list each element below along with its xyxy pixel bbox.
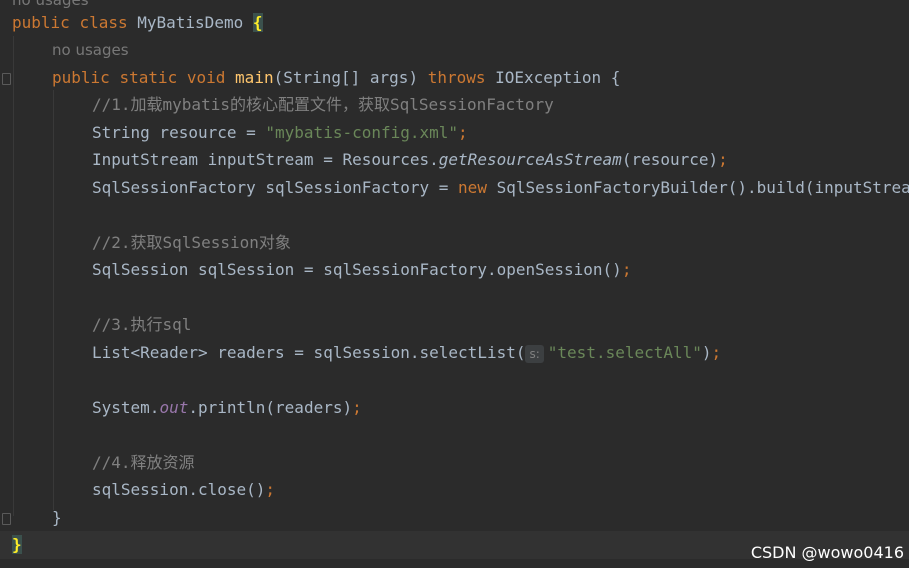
indent-guide — [13, 36, 14, 516]
code-text: sqlSession.close() — [92, 480, 266, 499]
code-line-class-declaration: public class MyBatisDemo { — [12, 9, 909, 36]
code-text: ) — [701, 343, 712, 362]
code-text: SqlSession sqlSession = sqlSessionFactor… — [92, 260, 622, 279]
code-text: .println(readers) — [188, 398, 353, 417]
method-usages-hint[interactable]: no usages — [52, 37, 909, 64]
semicolon: ; — [458, 123, 468, 142]
method-closing-brace: } — [52, 508, 62, 527]
static-method-call: getResourceAsStream — [438, 150, 622, 169]
code-line-session-factory: SqlSessionFactory sqlSessionFactory = ne… — [92, 174, 909, 201]
semicolon: ; — [265, 480, 276, 499]
code-text: InputStream inputStream = Resources. — [92, 150, 439, 169]
code-text: (resource) — [621, 150, 719, 169]
string-literal: "test.selectAll" — [547, 343, 702, 362]
fold-method-icon[interactable] — [2, 73, 11, 85]
parameter-name-hint: s: — [525, 344, 544, 363]
method-name: main — [235, 68, 274, 87]
semicolon: ; — [621, 260, 632, 279]
semicolon: ; — [352, 398, 362, 417]
code-line-close: sqlSession.close(); — [92, 476, 909, 503]
code-line-print: System.out.println(readers); — [92, 394, 909, 421]
code-comment: //4.释放资源 — [92, 453, 195, 472]
matching-brace: { — [252, 13, 263, 32]
keyword: public — [12, 13, 70, 32]
semicolon: ; — [711, 343, 722, 362]
code-line-resource: String resource = "mybatis-config.xml"; — [92, 119, 909, 146]
keyword: throws — [427, 68, 486, 87]
code-line-input-stream: InputStream inputStream = Resources.getR… — [92, 146, 909, 173]
string-literal: "mybatis-config.xml" — [265, 123, 459, 142]
class-name: MyBatisDemo — [137, 13, 244, 32]
keyword: void — [186, 68, 226, 87]
keyword: new — [458, 178, 487, 197]
keyword: public — [52, 68, 110, 87]
code-text: String resource = — [92, 123, 266, 142]
fold-method-end-icon[interactable] — [2, 513, 11, 525]
code-comment: //3.执行sql — [92, 315, 192, 334]
watermark: CSDN @wowo0416 — [750, 543, 904, 562]
code-text: System. — [92, 398, 160, 417]
method-params: (String[] args) — [273, 68, 428, 87]
code-text: List<Reader> readers = sqlSession.select… — [92, 343, 526, 362]
code-comment: //1.加载mybatis的核心配置文件，获取SqlSessionFactory — [92, 95, 554, 114]
keyword: class — [79, 13, 128, 32]
code-text: SqlSessionFactory sqlSessionFactory = — [92, 178, 459, 197]
exception-type: IOException { — [485, 68, 621, 87]
matching-brace: } — [12, 535, 22, 554]
code-line-open-session: SqlSession sqlSession = sqlSessionFactor… — [92, 256, 909, 283]
code-editor[interactable]: no usages public class MyBatisDemo { no … — [0, 0, 909, 568]
indent-guide — [53, 90, 54, 510]
keyword: static — [119, 68, 178, 87]
code-line-select-list: List<Reader> readers = sqlSession.select… — [92, 339, 909, 366]
code-text: SqlSessionFactoryBuilder().build(inputSt… — [486, 178, 909, 197]
semicolon: ; — [718, 150, 728, 169]
code-comment: //2.获取SqlSession对象 — [92, 233, 291, 252]
static-field: out — [159, 398, 189, 417]
code-line-method-declaration: public static void main(String[] args) t… — [52, 64, 909, 91]
